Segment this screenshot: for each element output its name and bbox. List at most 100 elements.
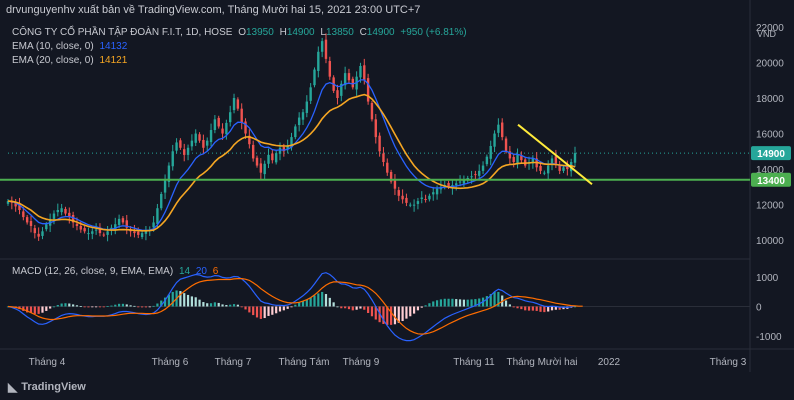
macd-histogram-bar	[416, 306, 420, 311]
price-tick-label: 18000	[756, 94, 784, 105]
candle-body	[64, 208, 67, 214]
macd-histogram-bar	[202, 302, 205, 307]
macd-histogram-bar	[309, 297, 312, 307]
macd-histogram-bar	[121, 303, 125, 307]
ema10-value: 14132	[99, 41, 128, 52]
macd-histogram-bar	[432, 301, 435, 307]
candle-body	[121, 218, 125, 223]
macd-value-b: 20	[195, 266, 207, 277]
macd-histogram-bar	[152, 305, 155, 307]
candle-body	[232, 98, 236, 111]
candle-body	[512, 157, 515, 162]
macd-histogram-bar	[462, 299, 465, 307]
macd-tick-label: 1000	[756, 273, 779, 284]
macd-histogram-bar	[75, 305, 79, 307]
macd-histogram-bar	[102, 306, 105, 308]
candle-body	[320, 41, 324, 52]
macd-histogram-bar	[516, 306, 519, 309]
candle-body	[29, 221, 33, 226]
candle-body	[175, 142, 178, 151]
macd-histogram-bar	[458, 299, 462, 307]
tradingview-logo[interactable]: ◣ TradingView	[8, 380, 86, 394]
candle-body	[428, 195, 431, 200]
macd-histogram-bar	[248, 306, 251, 313]
candle-body	[432, 192, 435, 195]
macd-histogram-bar	[412, 306, 416, 314]
macd-histogram-bar	[263, 306, 266, 319]
macd-histogram-bar	[424, 305, 427, 307]
macd-histogram-bar	[194, 297, 197, 307]
candle-body	[370, 102, 374, 120]
candle-body	[45, 224, 48, 230]
macd-histogram-bar	[186, 294, 190, 307]
candle-body	[140, 233, 144, 238]
candle-body	[83, 228, 86, 232]
ema10-legend[interactable]: EMA (10, close, 0) 14132	[12, 41, 130, 52]
candle-body	[424, 198, 427, 200]
candle-body	[278, 147, 282, 154]
candle-body	[163, 179, 167, 193]
ema20-value: 14121	[99, 55, 128, 66]
candle-body	[416, 201, 420, 204]
macd-histogram-bar	[455, 299, 458, 307]
macd-histogram-bar	[271, 306, 274, 315]
candle-body	[412, 204, 416, 206]
macd-histogram-bar	[478, 298, 481, 307]
macd-histogram-bar	[508, 304, 511, 307]
last-price-badge: 14900	[757, 149, 785, 160]
ohlc-low: L13850	[320, 27, 354, 38]
candle-body	[455, 183, 458, 186]
macd-histogram-bar	[282, 306, 285, 311]
support-price-badge: 13400	[757, 176, 785, 187]
macd-histogram-bar	[148, 306, 151, 308]
macd-histogram-bar	[140, 306, 144, 308]
candle-body	[251, 144, 255, 159]
candle-body	[198, 134, 201, 141]
candle-body	[481, 165, 485, 171]
candle-body	[206, 140, 209, 146]
macd-histogram-bar	[236, 304, 239, 307]
macd-histogram-bar	[137, 306, 140, 308]
macd-histogram-bar	[409, 306, 412, 317]
price-change: +950 (+6.81%)	[400, 27, 467, 38]
macd-histogram-bar	[171, 291, 174, 307]
price-tick-label: 12000	[756, 201, 784, 212]
macd-tick-label: 0	[756, 302, 762, 313]
macd-value-c: 6	[212, 266, 219, 277]
candle-body	[202, 139, 205, 148]
macd-tick-label: -1000	[756, 332, 782, 343]
candle-body	[267, 154, 270, 164]
ema20-legend[interactable]: EMA (20, close, 0) 14121	[12, 55, 130, 66]
tradingview-label: TradingView	[21, 381, 86, 393]
candle-body	[221, 128, 224, 134]
candle-body	[336, 90, 339, 98]
candle-body	[37, 233, 40, 237]
candle-body	[255, 157, 259, 166]
macd-histogram-bar	[275, 306, 278, 314]
time-tick-label: Tháng 4	[29, 357, 66, 368]
macd-histogram-bar	[33, 306, 36, 314]
candle-body	[217, 117, 220, 127]
macd-histogram-bar	[401, 306, 404, 322]
macd-histogram-bar	[527, 306, 531, 311]
candle-body	[405, 197, 408, 203]
time-tick-label: Tháng Mười hai	[506, 357, 577, 368]
macd-histogram-bar	[466, 299, 469, 307]
macd-histogram-bar	[543, 306, 546, 313]
time-tick-label: Tháng 3	[710, 357, 747, 368]
candle-body	[378, 135, 381, 152]
macd-histogram-bar	[68, 303, 71, 307]
candle-body	[79, 226, 82, 230]
macd-histogram-bar	[95, 306, 98, 308]
candle-body	[133, 231, 136, 234]
tradingview-icon: ◣	[8, 380, 18, 394]
macd-histogram-bar	[524, 306, 527, 311]
macd-legend[interactable]: MACD (12, 26, close, 9, EMA, EMA) 14 20 …	[12, 266, 221, 277]
macd-histogram-bar	[72, 304, 75, 307]
macd-value-a: 14	[178, 266, 191, 277]
candle-body	[22, 211, 25, 218]
candle-body	[382, 153, 385, 162]
ema20-line	[7, 93, 576, 232]
macd-histogram-bar	[428, 303, 431, 307]
candle-body	[186, 147, 190, 155]
